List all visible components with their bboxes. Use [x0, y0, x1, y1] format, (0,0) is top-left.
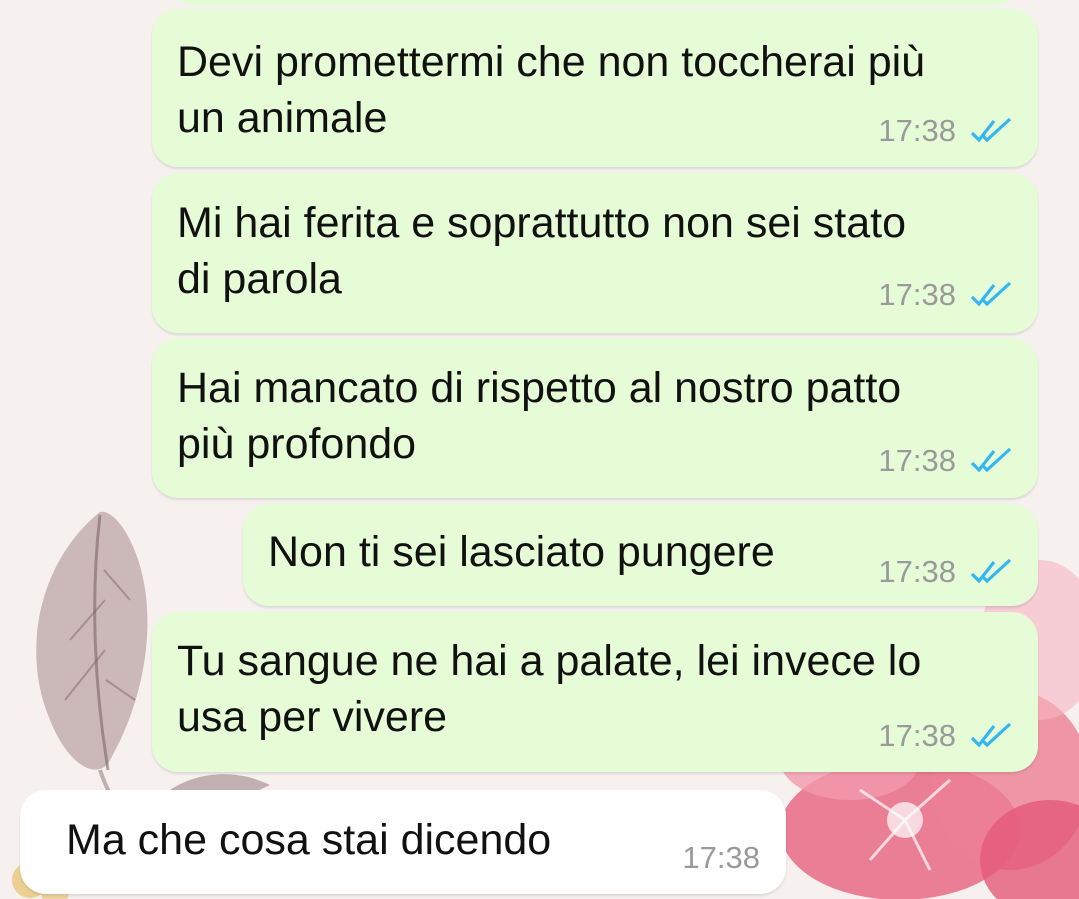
double-check-read-icon	[970, 116, 1014, 146]
message-bubble-outgoing[interactable]: Hai mancato di rispetto al nostro patto …	[152, 338, 1038, 498]
message-bubble-outgoing[interactable]: Non ti sei lasciato pungere 17:38	[243, 504, 1038, 606]
message-bubble-outgoing[interactable]: Devi promettermi che non toccherai più u…	[152, 9, 1038, 167]
message-time: 17:38	[878, 443, 956, 478]
message-time: 17:38	[878, 718, 956, 753]
message-meta: 17:38	[878, 554, 1014, 590]
message-time: 17:38	[878, 277, 956, 312]
message-time: 17:38	[878, 113, 956, 148]
message-meta: 17:38	[878, 277, 1014, 313]
message-meta: 17:38	[878, 443, 1014, 479]
double-check-read-icon	[970, 280, 1014, 310]
message-meta: 17:38	[878, 113, 1014, 149]
message-time: 17:38	[682, 840, 760, 875]
message-text: Non ti sei lasciato pungere	[268, 528, 775, 576]
message-time: 17:38	[878, 554, 956, 589]
double-check-read-icon	[970, 721, 1014, 751]
message-text: Tu sangue ne hai a palate, lei invece lo…	[177, 637, 922, 741]
double-check-read-icon	[970, 557, 1014, 587]
message-text: Hai mancato di rispetto al nostro patto …	[177, 364, 902, 468]
double-check-read-icon	[970, 446, 1014, 476]
message-meta: 17:38	[878, 718, 1014, 754]
message-text: Ma che cosa stai dicendo	[66, 816, 552, 864]
message-bubble-outgoing[interactable]: Tu sangue ne hai a palate, lei invece lo…	[152, 612, 1038, 772]
message-bubble-incoming[interactable]: Ma che cosa stai dicendo 17:38	[20, 790, 786, 894]
previous-message-bubble-edge	[180, 0, 1010, 6]
message-bubble-outgoing[interactable]: Mi hai ferita e soprattutto non sei stat…	[152, 173, 1038, 333]
message-meta: 17:38	[682, 840, 760, 876]
message-text: Mi hai ferita e soprattutto non sei stat…	[177, 199, 907, 303]
message-text: Devi promettermi che non toccherai più u…	[177, 38, 926, 142]
